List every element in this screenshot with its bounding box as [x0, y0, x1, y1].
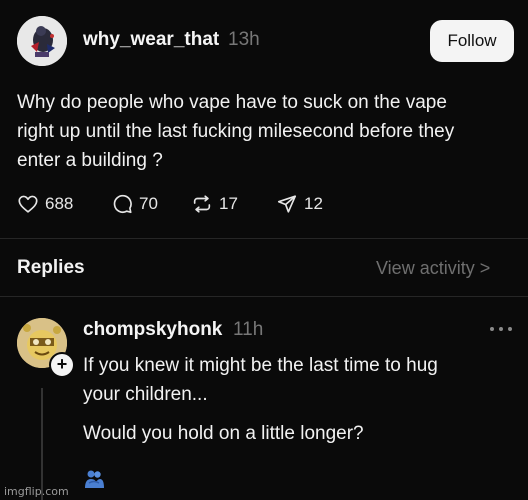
post-username[interactable]: why_wear_that [83, 29, 219, 51]
reply-username[interactable]: chompskyhonk [83, 319, 222, 341]
replies-heading: Replies [17, 257, 85, 278]
more-icon[interactable] [488, 324, 514, 334]
comment-count: 70 [139, 194, 158, 213]
watermark: imgflip.com [4, 485, 69, 498]
comment-icon [113, 194, 132, 214]
follow-button[interactable]: Follow [430, 20, 514, 62]
avatar[interactable] [17, 16, 67, 66]
post-text-line: enter a building ? [17, 150, 163, 171]
post-text-line: Why do people who vape have to suck on t… [17, 92, 447, 113]
repost-button[interactable]: 17 [191, 190, 238, 218]
post-timestamp: 13h [228, 29, 260, 50]
reply-text-line: If you knew it might be the last time to… [83, 355, 438, 376]
comment-button[interactable]: 70 [111, 190, 158, 218]
share-count: 12 [304, 194, 323, 213]
reply-item: + chompskyhonk 11h If you knew it might … [0, 296, 528, 500]
reply-text-line: Would you hold on a little longer? [83, 423, 364, 444]
view-activity-link[interactable]: View activity > [376, 258, 490, 279]
like-button[interactable]: 688 [17, 190, 73, 218]
post-header: why_wear_that 13h Follow [0, 0, 528, 80]
reply-timestamp: 11h [233, 319, 264, 340]
heart-icon [18, 195, 38, 213]
post-text-line: right up until the last fucking mileseco… [17, 121, 455, 142]
share-button[interactable]: 12 [276, 190, 323, 218]
thread-line [41, 388, 43, 500]
reply-text: If you knew it might be the last time to… [83, 351, 513, 448]
divider [0, 238, 528, 239]
avatar-image [17, 16, 67, 66]
follow-plus-button[interactable]: + [49, 352, 75, 378]
repost-count: 17 [219, 194, 238, 213]
post-text: Why do people who vape have to suck on t… [17, 88, 512, 175]
share-icon [277, 195, 297, 213]
repost-icon [193, 195, 211, 213]
reply-text-line: your children... [83, 384, 208, 405]
people-hugging-icon [85, 470, 104, 488]
like-count: 688 [45, 194, 74, 213]
